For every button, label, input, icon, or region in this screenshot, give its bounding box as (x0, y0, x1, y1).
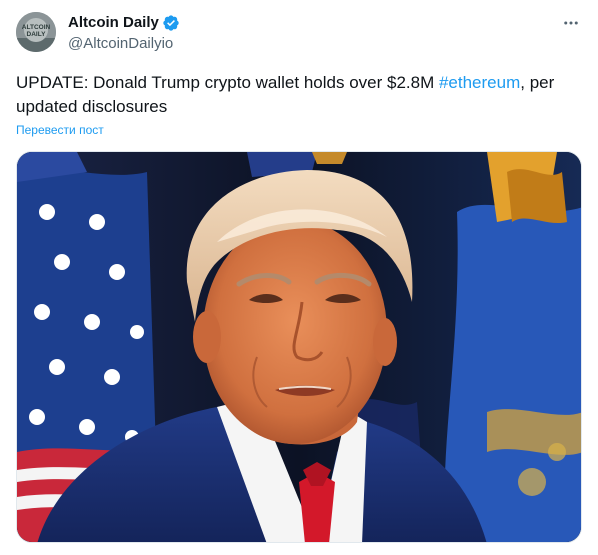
author-display-name[interactable]: Altcoin Daily (68, 13, 159, 33)
hashtag-link[interactable]: #ethereum (439, 73, 520, 92)
avatar[interactable]: ALTCOIN DAILY (16, 12, 56, 52)
tweet-card: ALTCOIN DAILY Altcoin Daily @AltcoinDail… (0, 0, 598, 555)
verified-badge-icon (162, 14, 180, 32)
svg-text:ALTCOIN: ALTCOIN (22, 24, 51, 31)
tweet-photo[interactable] (16, 151, 582, 543)
tweet-text: UPDATE: Donald Trump crypto wallet holds… (16, 71, 582, 119)
more-horizontal-icon[interactable] (560, 12, 582, 34)
author-name-row: Altcoin Daily (68, 13, 180, 33)
tweet-text-before: UPDATE: Donald Trump crypto wallet holds… (16, 73, 439, 92)
state-flag-right (444, 152, 581, 542)
translate-post-link[interactable]: Перевести пост (16, 122, 104, 138)
svg-text:DAILY: DAILY (27, 31, 47, 38)
author-handle[interactable]: @AltcoinDailyio (68, 34, 173, 54)
